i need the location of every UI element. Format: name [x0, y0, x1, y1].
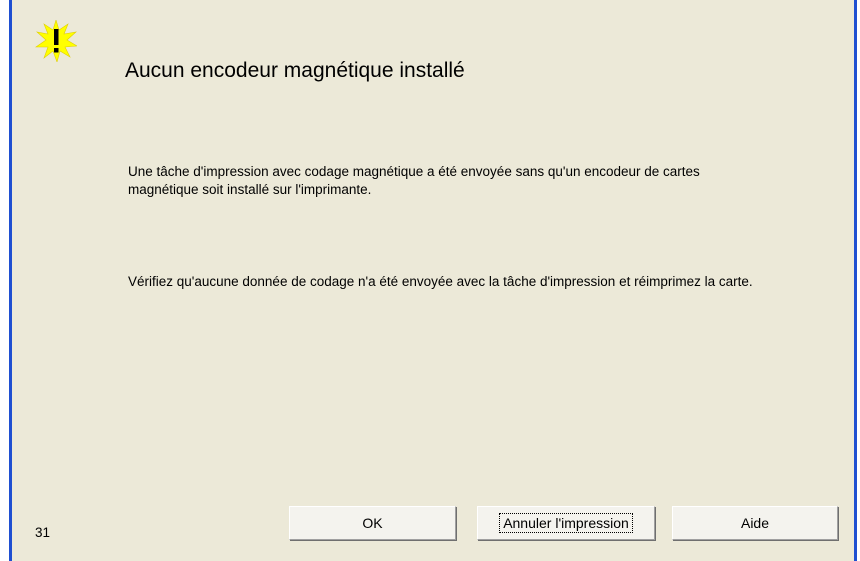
ok-button[interactable]: OK [289, 506, 456, 540]
error-dialog: Aucun encodeur magnétique installé Une t… [9, 0, 857, 561]
error-description: Une tâche d'impression avec codage magné… [128, 164, 700, 197]
cancel-print-button[interactable]: Annuler l'impression [477, 506, 655, 540]
resolution-instructions: Vérifiez qu'aucune donnée de codage n'a … [128, 274, 753, 289]
warning-icon [35, 20, 77, 62]
help-button[interactable]: Aide [672, 506, 838, 540]
cancel-print-label: Annuler l'impression [499, 513, 633, 533]
error-code: 31 [35, 525, 51, 540]
dialog-title: Aucun encodeur magnétique installé [125, 59, 465, 82]
